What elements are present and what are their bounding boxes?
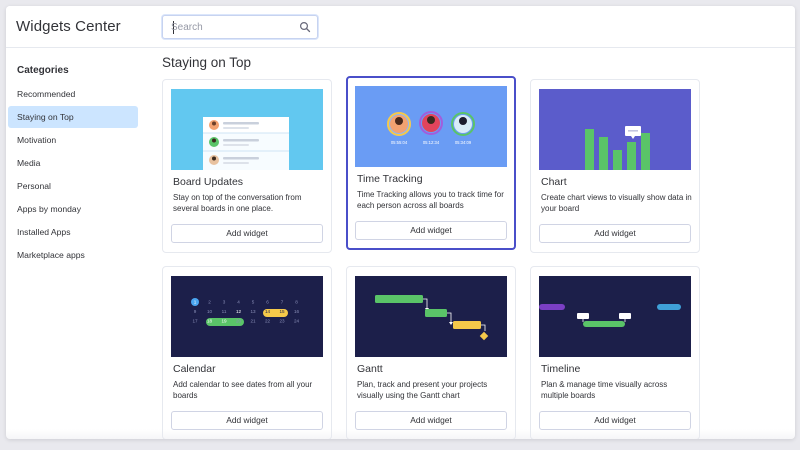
calendar-day: 23: [279, 319, 285, 324]
add-widget-button-calendar[interactable]: Add widget: [171, 411, 323, 430]
gantt-thumbnail: [355, 276, 507, 357]
calendar-day: 4: [237, 300, 240, 305]
widgets-center-window: Widgets Center Categories Recommended St…: [6, 6, 795, 439]
calendar-day: 20: [236, 319, 242, 324]
widget-card-board-updates[interactable]: Board Updates Stay on top of the convers…: [162, 79, 332, 253]
widget-card-calendar[interactable]: 1 2 3 4 5 6 7 8 9 10 11 12 13 14 15 16 17 18 19 20 21 22 23 24 …: [162, 266, 332, 439]
add-widget-button-time-tracking[interactable]: Add widget: [355, 221, 507, 240]
chart-thumbnail: [539, 89, 691, 170]
card-title: Calendar: [173, 363, 216, 375]
calendar-day: 11: [222, 309, 227, 314]
add-widget-button-chart[interactable]: Add widget: [539, 224, 691, 243]
calendar-day: 22: [265, 319, 271, 324]
sidebar-item-personal[interactable]: Personal: [8, 175, 138, 197]
calendar-day: 6: [266, 300, 269, 305]
timer-1: 05:55:04: [391, 140, 408, 145]
timeline-thumbnail: [539, 276, 691, 357]
calendar-day: 21: [250, 319, 256, 324]
add-widget-button-timeline[interactable]: Add widget: [539, 411, 691, 430]
calendar-day: 5: [252, 300, 255, 305]
time-tracking-thumbnail: 05:55:04 05:12:34 05:34:09: [355, 86, 507, 167]
sidebar-item-staying-on-top[interactable]: Staying on Top: [8, 106, 138, 128]
search-input[interactable]: [171, 19, 299, 35]
calendar-day: 17: [192, 319, 198, 324]
board-updates-thumbnail: [171, 89, 323, 170]
bottom-fade: [6, 429, 795, 439]
top-bar: Widgets Center: [6, 6, 795, 48]
widget-card-time-tracking[interactable]: 05:55:04 05:12:34 05:34:09 Time Tracking…: [346, 76, 516, 250]
card-description: Plan & manage time visually across multi…: [541, 380, 668, 400]
card-title: Board Updates: [173, 176, 244, 188]
calendar-day: 9: [194, 309, 197, 314]
sidebar-item-installed-apps[interactable]: Installed Apps: [8, 221, 138, 243]
sidebar-item-recommended[interactable]: Recommended: [8, 83, 138, 105]
app-title: Widgets Center: [16, 18, 121, 35]
sidebar-item-media[interactable]: Media: [8, 152, 138, 174]
card-title: Gantt: [357, 363, 383, 375]
timer-2: 05:12:34: [423, 140, 440, 145]
sidebar-item-apps-by-monday[interactable]: Apps by monday: [8, 198, 138, 220]
card-description: Add calendar to see dates from all your …: [173, 380, 313, 400]
calendar-day: 18: [207, 319, 213, 324]
calendar-day: 8: [295, 300, 298, 305]
calendar-day: 10: [207, 309, 213, 314]
calendar-day: 14: [265, 309, 271, 314]
calendar-day: 2: [208, 300, 211, 305]
card-title: Time Tracking: [357, 173, 423, 185]
card-description: Stay on top of the conversation from sev…: [173, 193, 302, 213]
section-title: Staying on Top: [162, 55, 252, 70]
calendar-day: 19: [221, 319, 227, 324]
calendar-day: 13: [250, 309, 256, 314]
calendar-thumbnail: 1 2 3 4 5 6 7 89 10 11 12 13 14 15 1617 18 19 20 21 22 23 24: [171, 276, 323, 357]
calendar-day: 15: [279, 309, 285, 314]
timer-3: 05:34:09: [455, 140, 472, 145]
calendar-day: 24: [294, 319, 300, 324]
calendar-day: 7: [281, 300, 284, 305]
widget-card-gantt[interactable]: Gantt Plan, track and present your proje…: [346, 266, 516, 439]
card-description: Create chart views to visually show data…: [541, 193, 692, 213]
card-description: Plan, track and present your projects vi…: [357, 380, 488, 400]
add-widget-button-gantt[interactable]: Add widget: [355, 411, 507, 430]
calendar-day: 16: [294, 309, 300, 314]
widget-card-chart[interactable]: Chart Create chart views to visually sho…: [530, 79, 700, 253]
card-title: Timeline: [541, 363, 581, 375]
widget-card-timeline[interactable]: Timeline Plan & manage time visually acr…: [530, 266, 700, 439]
add-widget-button-board-updates[interactable]: Add widget: [171, 224, 323, 243]
card-title: Chart: [541, 176, 567, 188]
search-box[interactable]: [162, 15, 318, 39]
card-description: Time Tracking allows you to track time f…: [357, 190, 504, 210]
search-icon[interactable]: [299, 21, 311, 33]
calendar-day: 12: [236, 309, 242, 314]
categories-sidebar: Categories Recommended Staying on Top Mo…: [6, 48, 146, 439]
sidebar-item-motivation[interactable]: Motivation: [8, 129, 138, 151]
sidebar-item-marketplace-apps[interactable]: Marketplace apps: [8, 244, 138, 266]
categories-heading: Categories: [17, 65, 69, 76]
calendar-day: 1: [194, 300, 197, 305]
calendar-day: 3: [223, 300, 226, 305]
